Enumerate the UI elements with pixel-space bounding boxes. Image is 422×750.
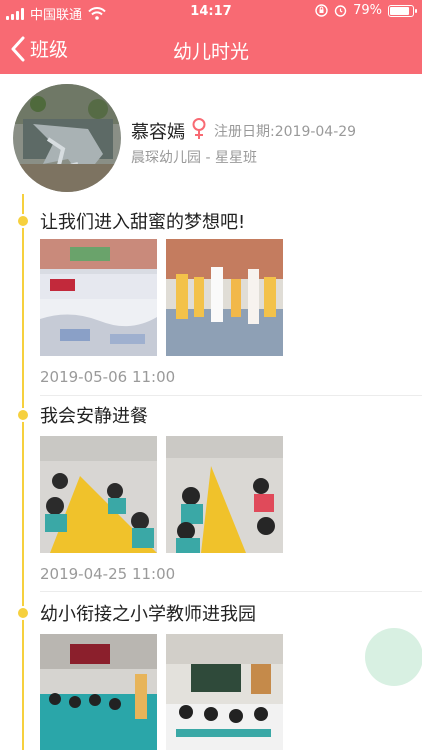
page-title: 幼儿时光 (172, 41, 249, 63)
post-divider (40, 591, 422, 592)
school-class: 晨琛幼儿园 - 星星班 (131, 150, 257, 166)
post-photo[interactable] (40, 634, 157, 750)
battery-percent: 79% (353, 3, 382, 18)
avatar[interactable] (13, 84, 121, 192)
post-photo[interactable] (166, 436, 283, 553)
post-photo[interactable] (166, 634, 283, 750)
post-divider (40, 395, 422, 396)
timeline-dot (16, 214, 30, 228)
post-time: 2019-04-25 11:00 (40, 565, 176, 583)
child-profile: 慕容嫣 注册日期:2019-04-29 晨琛幼儿园 - 星星班 (0, 74, 422, 194)
floating-action-button[interactable] (365, 628, 422, 686)
avatar-photo (13, 84, 121, 192)
post-photo[interactable] (40, 239, 157, 356)
alarm-icon (334, 5, 347, 17)
female-icon (192, 118, 206, 139)
status-bar: 中国联通 14:17 79% (0, 0, 422, 24)
timeline: 让我们进入甜蜜的梦想吧! 2019-05-06 11:00 我会安静进餐 201… (0, 194, 422, 750)
timeline-line (22, 194, 24, 750)
post-photo[interactable] (166, 239, 283, 356)
timeline-dot (16, 408, 30, 422)
post-title: 幼小衔接之小学教师进我园 (40, 604, 256, 625)
header-bar: 中国联通 14:17 79% 班级 幼儿时光 (0, 0, 422, 74)
post-title: 我会安静进餐 (40, 406, 148, 427)
nav-bar: 班级 幼儿时光 (0, 28, 422, 72)
post-photo[interactable] (40, 436, 157, 553)
post-title: 让我们进入甜蜜的梦想吧! (40, 212, 246, 233)
child-name: 慕容嫣 (131, 122, 185, 143)
rotation-lock-icon (315, 4, 328, 17)
battery-icon (388, 4, 417, 17)
register-date: 注册日期:2019-04-29 (214, 124, 357, 140)
timeline-dot (16, 606, 30, 620)
post-time: 2019-05-06 11:00 (40, 368, 176, 386)
